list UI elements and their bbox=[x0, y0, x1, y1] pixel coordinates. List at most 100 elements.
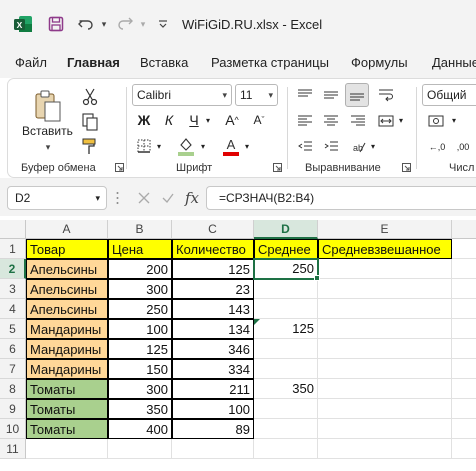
format-painter-icon[interactable] bbox=[80, 137, 100, 157]
paste-button[interactable]: Вставить bbox=[22, 124, 73, 138]
align-bottom-icon[interactable] bbox=[345, 83, 369, 107]
cell-d8[interactable]: 350 bbox=[254, 379, 318, 399]
alignment-launcher-icon[interactable] bbox=[400, 161, 412, 173]
cell-c5[interactable]: 134 bbox=[172, 319, 254, 339]
grid-cell[interactable] bbox=[452, 439, 476, 459]
cell-b10[interactable]: 400 bbox=[108, 419, 172, 439]
cell-a1[interactable]: Товар bbox=[26, 239, 108, 259]
cell-a2[interactable]: Апельсины bbox=[26, 259, 108, 279]
grid-cell[interactable] bbox=[318, 439, 452, 459]
cell-e1[interactable]: Средневзвешанное bbox=[318, 239, 452, 259]
grid-cell[interactable] bbox=[318, 319, 452, 339]
cell-c3[interactable]: 23 bbox=[172, 279, 254, 299]
copy-icon[interactable] bbox=[80, 112, 100, 132]
spreadsheet-grid[interactable]: A B C D E 1 2 3 4 5 6 7 8 9 10 11 Товар Цена Количество Сре… bbox=[0, 216, 476, 471]
row-header-8[interactable]: 8 bbox=[0, 379, 26, 399]
tab-formulas[interactable]: Формулы bbox=[351, 55, 408, 70]
cell-b8[interactable]: 300 bbox=[108, 379, 172, 399]
cell-d10[interactable] bbox=[254, 419, 318, 439]
borders-dropdown-icon[interactable]: ▾ bbox=[154, 139, 164, 153]
tab-data[interactable]: Данные bbox=[432, 55, 476, 70]
align-right-icon[interactable] bbox=[347, 111, 369, 131]
grid-cell[interactable] bbox=[318, 299, 452, 319]
cell-a10[interactable]: Томаты bbox=[26, 419, 108, 439]
grid-cell[interactable] bbox=[452, 319, 476, 339]
font-color-dropdown-icon[interactable]: ▾ bbox=[242, 139, 252, 153]
grid-cell[interactable] bbox=[318, 259, 452, 279]
grid-cell[interactable] bbox=[452, 279, 476, 299]
align-top-icon[interactable] bbox=[294, 85, 316, 105]
column-header-b[interactable]: B bbox=[108, 220, 172, 239]
cell-d1[interactable]: Среднее bbox=[254, 239, 318, 259]
cell-a4[interactable]: Апельсины bbox=[26, 299, 108, 319]
formula-bar-grip-icon[interactable] bbox=[114, 190, 120, 206]
grid-cell[interactable] bbox=[26, 439, 108, 459]
grid-cell[interactable] bbox=[452, 399, 476, 419]
column-header-a[interactable]: A bbox=[26, 220, 108, 239]
accounting-dropdown-icon[interactable]: ▾ bbox=[449, 113, 459, 127]
paste-icon[interactable] bbox=[30, 87, 66, 125]
grid-cell[interactable] bbox=[452, 239, 476, 259]
grid-cell[interactable] bbox=[318, 359, 452, 379]
row-header-4[interactable]: 4 bbox=[0, 299, 26, 319]
column-header-overflow[interactable] bbox=[452, 220, 476, 239]
grid-cell[interactable] bbox=[452, 379, 476, 399]
merge-dropdown-icon[interactable]: ▾ bbox=[396, 113, 406, 127]
align-left-icon[interactable] bbox=[294, 111, 316, 131]
cell-a6[interactable]: Мандарины bbox=[26, 339, 108, 359]
font-size-select[interactable]: 11 ▾ bbox=[235, 84, 278, 106]
cell-b9[interactable]: 350 bbox=[108, 399, 172, 419]
row-header-6[interactable]: 6 bbox=[0, 339, 26, 359]
name-box[interactable]: D2 ▾ bbox=[7, 186, 107, 210]
column-header-d[interactable]: D bbox=[254, 220, 318, 239]
column-header-e[interactable]: E bbox=[318, 220, 452, 239]
decrease-decimal-icon[interactable]: ,00 bbox=[452, 137, 474, 157]
cell-a3[interactable]: Апельсины bbox=[26, 279, 108, 299]
row-header-5[interactable]: 5 bbox=[0, 319, 26, 339]
cell-d3[interactable] bbox=[254, 279, 318, 299]
cell-a7[interactable]: Мандарины bbox=[26, 359, 108, 379]
redo-icon[interactable] bbox=[115, 14, 135, 34]
undo-icon[interactable] bbox=[76, 14, 96, 34]
align-center-icon[interactable] bbox=[320, 111, 342, 131]
fill-color-icon[interactable] bbox=[176, 135, 196, 157]
row-header-7[interactable]: 7 bbox=[0, 359, 26, 379]
borders-icon[interactable] bbox=[135, 137, 153, 155]
grid-cell[interactable] bbox=[452, 419, 476, 439]
row-header-3[interactable]: 3 bbox=[0, 279, 26, 299]
decrease-indent-icon[interactable] bbox=[294, 137, 316, 157]
grid-cell[interactable] bbox=[452, 339, 476, 359]
cell-b5[interactable]: 100 bbox=[108, 319, 172, 339]
cell-b6[interactable]: 125 bbox=[108, 339, 172, 359]
increase-font-icon[interactable]: A ^ bbox=[221, 109, 243, 131]
cell-b3[interactable]: 300 bbox=[108, 279, 172, 299]
column-header-c[interactable]: C bbox=[172, 220, 254, 239]
grid-cell[interactable] bbox=[318, 379, 452, 399]
redo-dropdown-icon[interactable]: ▾ bbox=[137, 14, 149, 34]
bold-icon[interactable]: Ж bbox=[135, 111, 153, 129]
formula-input[interactable]: =СРЗНАЧ(B2:B4) bbox=[206, 186, 476, 210]
cell-b4[interactable]: 250 bbox=[108, 299, 172, 319]
fill-handle[interactable] bbox=[314, 275, 320, 281]
number-format-select[interactable]: Общий bbox=[422, 84, 476, 106]
accounting-format-icon[interactable] bbox=[426, 111, 448, 131]
cell-a5[interactable]: Мандарины bbox=[26, 319, 108, 339]
grid-cell[interactable] bbox=[318, 279, 452, 299]
tab-insert[interactable]: Вставка bbox=[140, 55, 188, 70]
enter-icon[interactable] bbox=[158, 188, 178, 208]
row-header-11[interactable]: 11 bbox=[0, 439, 26, 459]
cell-b2[interactable]: 200 bbox=[108, 259, 172, 279]
cell-d7[interactable] bbox=[254, 359, 318, 379]
cell-b1[interactable]: Цена bbox=[108, 239, 172, 259]
cell-c1[interactable]: Количество bbox=[172, 239, 254, 259]
clipboard-launcher-icon[interactable] bbox=[113, 161, 125, 173]
underline-dropdown-icon[interactable]: ▾ bbox=[203, 113, 213, 127]
cell-c6[interactable]: 346 bbox=[172, 339, 254, 359]
row-header-10[interactable]: 10 bbox=[0, 419, 26, 439]
grid-cell[interactable] bbox=[452, 359, 476, 379]
fill-color-dropdown-icon[interactable]: ▾ bbox=[198, 139, 208, 153]
grid-cell[interactable] bbox=[318, 339, 452, 359]
customize-qat-icon[interactable] bbox=[156, 14, 170, 34]
grid-cell[interactable] bbox=[318, 399, 452, 419]
grid-cell[interactable] bbox=[318, 419, 452, 439]
